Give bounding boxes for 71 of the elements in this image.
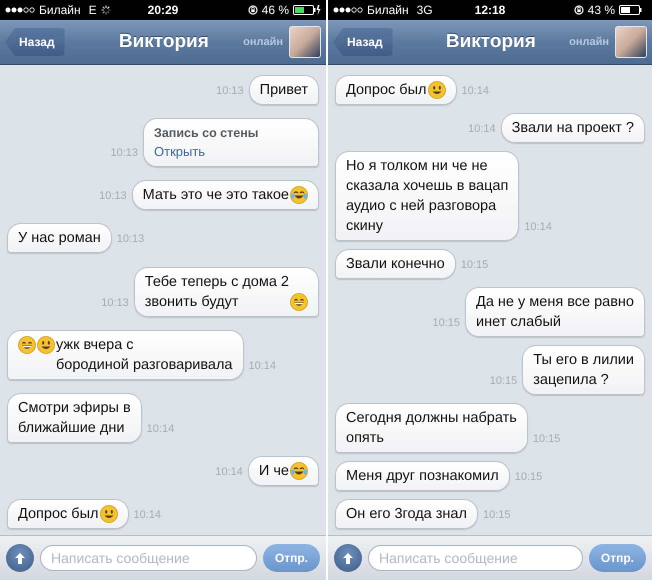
smiley-icon	[37, 336, 55, 354]
online-status: онлайн	[243, 36, 283, 48]
message-time: 10:14	[468, 123, 496, 137]
message-text: У нас роман	[18, 229, 101, 248]
grinning-face-icon	[290, 292, 308, 310]
battery-percent: 43 %	[588, 3, 615, 17]
wall-post-bubble[interactable]: Запись со стены Открыть	[143, 118, 319, 168]
message-time: 10:14	[134, 509, 162, 523]
message-time: 10:15	[514, 471, 542, 485]
message-time: 10:14	[462, 85, 490, 99]
message-time: 10:14	[524, 221, 552, 235]
message-time: 10:13	[101, 296, 129, 310]
message-text: И че	[258, 462, 289, 481]
laughing-face-icon	[290, 462, 308, 480]
message-time: 10:15	[460, 259, 488, 273]
up-arrow-icon	[14, 552, 26, 564]
clock-time: 12:18	[474, 3, 506, 17]
open-link[interactable]: Открыть	[154, 143, 206, 162]
smiley-icon	[100, 505, 118, 523]
message-text: Допрос был	[18, 505, 98, 524]
message-time: 10:15	[532, 433, 560, 447]
signal-icon	[5, 6, 35, 14]
carrier-name: Билайн	[367, 3, 409, 17]
signal-icon	[333, 6, 363, 14]
message-text: Ты его в лилии зацепила ?	[533, 351, 634, 390]
message-text: Он его 3года знал	[346, 505, 467, 524]
message-text: Тебе теперь с дома 2 звонить будут	[144, 272, 289, 312]
message-text: Сегодня должны набрать опять	[346, 409, 517, 448]
laughing-face-icon	[290, 186, 308, 204]
message-time: 10:15	[490, 375, 518, 389]
message-text: Да не у меня все равно инет слабый	[476, 293, 634, 332]
message-time: 10:13	[116, 233, 144, 248]
message-time: 10:13	[99, 190, 127, 204]
message-time: 10:13	[110, 147, 138, 162]
battery-percent: 46 %	[262, 3, 289, 17]
message-text: Меня друг познакомил	[346, 467, 499, 486]
wall-post-title: Запись со стены	[154, 125, 258, 142]
message-time: 10:15	[432, 317, 460, 331]
attach-button[interactable]	[6, 544, 34, 572]
message-text: Допрос был	[346, 81, 426, 100]
message-text: Звали конечно	[346, 255, 445, 274]
back-button[interactable]: Назад	[333, 28, 393, 56]
message-input-field[interactable]: Написать сообщение	[40, 545, 257, 571]
contact-name: Виктория	[444, 31, 537, 53]
avatar-photo-placeholder[interactable]	[289, 26, 321, 58]
message-time: 10:15	[482, 509, 510, 523]
online-status: онлайн	[569, 36, 609, 48]
contact-name: Виктория	[118, 31, 210, 53]
message-time: 10:14	[248, 360, 276, 374]
message-text: Привет	[260, 81, 308, 100]
network-type: E	[88, 3, 97, 17]
rotation-lock-icon	[574, 5, 584, 15]
smiley-icon	[428, 81, 446, 99]
up-arrow-icon	[342, 552, 354, 564]
rotation-lock-icon	[248, 5, 258, 15]
attach-button[interactable]	[334, 544, 362, 572]
message-input-field[interactable]: Написать сообщение	[368, 545, 583, 571]
message-text: Но я толком ни че не сказала хочешь в вацап аудио с ней разговора скину	[346, 157, 508, 236]
message-text: Смотри эфиры в ближайшие дни	[18, 398, 131, 438]
message-text: Звали на проект ?	[512, 119, 634, 138]
carrier-name: Билайн	[39, 3, 81, 17]
clock-time: 20:29	[148, 3, 178, 17]
message-text: Мать это че это такое	[142, 186, 289, 206]
back-button[interactable]: Назад	[5, 28, 65, 56]
network-type: 3G	[416, 3, 433, 17]
message-time: 10:13	[216, 85, 244, 99]
grinning-face-icon	[18, 336, 36, 354]
message-time: 10:14	[146, 422, 174, 437]
message-time: 10:14	[215, 466, 243, 480]
avatar-photo-placeholder[interactable]	[615, 26, 647, 58]
message-text: ужк вчера с бородиной разговаривала	[56, 336, 232, 375]
